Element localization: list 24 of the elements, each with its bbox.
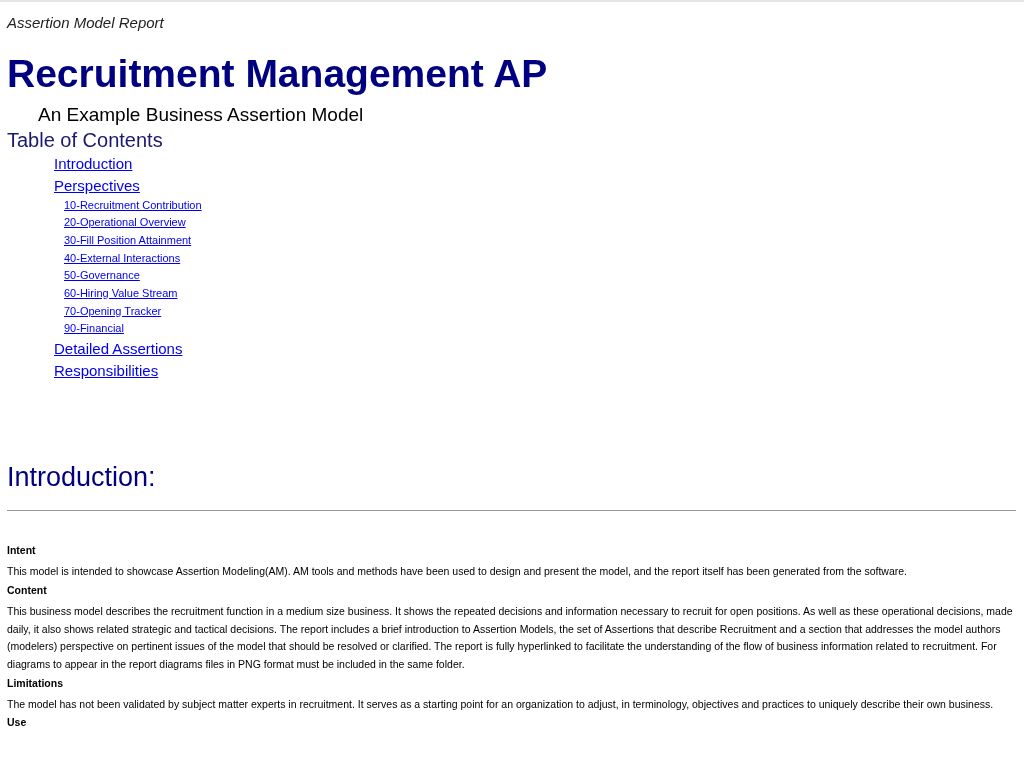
paragraph-heading: Limitations	[7, 675, 64, 691]
paragraph-heading: Intent	[7, 543, 37, 559]
paragraph-heading: Use	[7, 715, 28, 731]
paragraph: This model is intended to showcase Assertion Modeling(AM). AM tools and methods have been used to design and present the model, and the report itself has been generated from the software.	[7, 564, 909, 580]
toc-link[interactable]: Responsibilities	[54, 360, 159, 383]
toc-link[interactable]: Detailed Assertions	[54, 338, 183, 361]
toc-sublink[interactable]: 10-Recruitment Contribution	[64, 196, 202, 215]
toc-link[interactable]: Perspectives	[54, 174, 140, 197]
toc-sublink[interactable]: 90-Financial	[64, 320, 124, 339]
report-subtitle: An Example Business Assertion Model	[38, 102, 365, 127]
toc-sublink[interactable]: 70-Opening Tracker	[64, 302, 162, 321]
paragraph: The model has not been validated by subject matter experts in recruitment. It serves as a starting point for an organization to adjust, in terminology, objectives and practices to uniquely describe their own business.	[7, 696, 995, 712]
toc-sublink[interactable]: 40-External Interactions	[64, 249, 181, 268]
toc-sublink[interactable]: 60-Hiring Value Stream	[64, 285, 178, 303]
paragraph-heading: Content	[7, 582, 48, 598]
toc-sublink[interactable]: 30-Fill Position Attainment	[64, 231, 192, 250]
toc-heading: Table of Contents	[7, 127, 164, 153]
report-title: Recruitment Management AP	[7, 50, 549, 97]
report-label: Assertion Model Report	[7, 13, 165, 33]
toc-sublink[interactable]: 20-Operational Overview	[64, 214, 186, 232]
toc-link[interactable]: Introduction	[54, 152, 133, 175]
paragraph: This business model describes the recruitment function in a medium size business. It shows the repeated decisions and information necessary to recruit for open positions. As well as these operational decisions, made daily, it also shows related strategic and tactical decisions. The report includes a brief introduction to Assertion Models, the set of Assertions that describe Recruitment and a section that addresses the model authors (modelers) perspective on pertinent issues of the model that should be resolved or clarified. The report is fully hyperlinked to facilitate the understanding of the flow of business information related to recruitment. For diagrams to appear in the report diagrams files in PNG format must be included in the same folder.	[7, 603, 1014, 672]
section-heading: Introduction:	[7, 461, 157, 495]
toc-sublink[interactable]: 50-Governance	[64, 267, 140, 285]
